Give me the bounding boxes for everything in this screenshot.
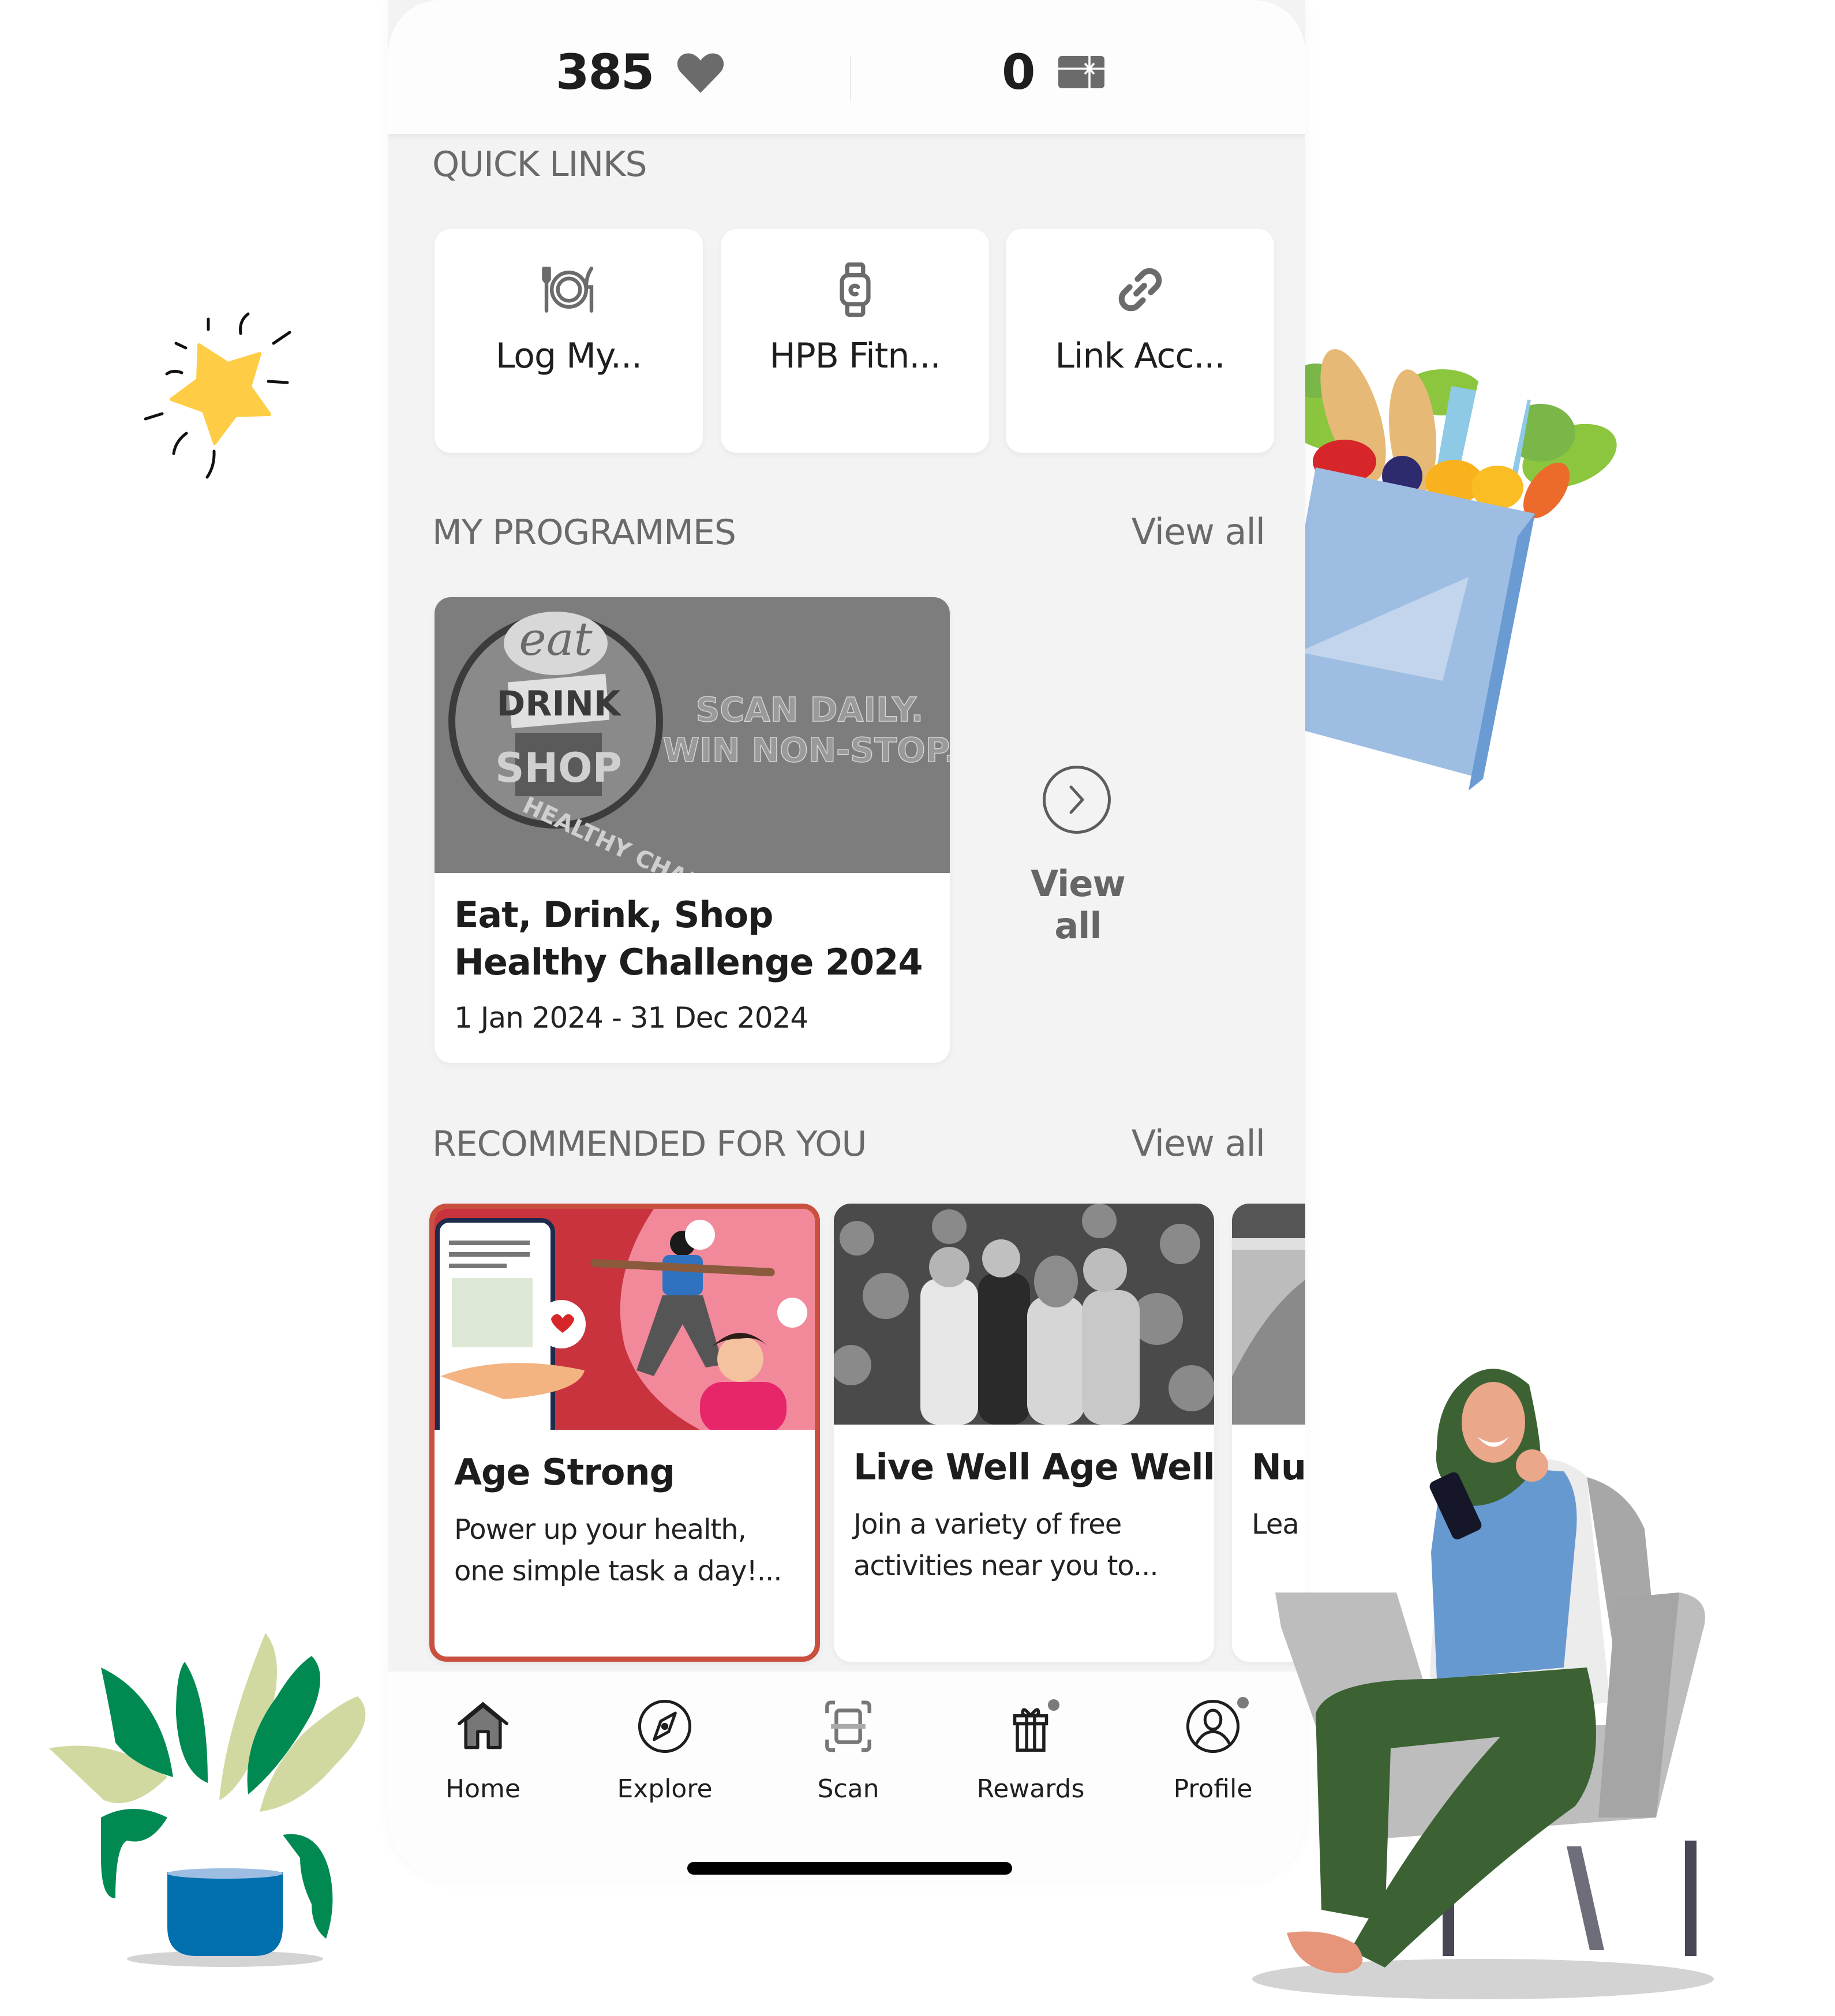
banner-tagline-2: WIN NON-STOP.: [662, 730, 950, 770]
programme-banner-image: eat DRINK SHOP HEALTHY CHALLENGE SCAN DA…: [435, 597, 950, 933]
quick-links-title: QUICK LINKS: [432, 144, 647, 185]
banner-tagline-1: SCAN DAILY.: [696, 690, 924, 729]
nav-label: Home: [445, 1774, 520, 1804]
nav-label: Rewards: [976, 1774, 1085, 1804]
profile-icon: [1186, 1699, 1240, 1753]
stats-header: 385 0: [388, 0, 1305, 134]
plate-cutlery-icon: [541, 267, 593, 313]
chevron-right-circle-icon: [1069, 785, 1084, 814]
my-programmes-title: MY PROGRAMMES: [432, 512, 736, 553]
scan-icon: [825, 1700, 871, 1752]
recommended-card-live-well-age-well[interactable]: Live Well Age Well Join a variety of fre…: [834, 1204, 1214, 1662]
age-strong-image: [435, 1209, 815, 1442]
nav-scan[interactable]: Scan: [773, 1695, 923, 1804]
programme-card[interactable]: eat DRINK SHOP HEALTHY CHALLENGE SCAN DA…: [435, 597, 950, 1063]
nav-label: Scan: [817, 1774, 879, 1804]
eat-drink-shop-logo: eat DRINK SHOP HEALTHY CHALLENGE SCAN DA…: [448, 612, 950, 933]
recommended-card-title: Live Well Age Well: [853, 1446, 1214, 1488]
recommended-card-title: Age Strong: [454, 1451, 675, 1493]
programme-title: Eat, Drink, Shop Healthy Challenge 2024: [454, 894, 923, 983]
nav-home[interactable]: Home: [408, 1695, 558, 1804]
quick-link-log-meal[interactable]: Log My...: [435, 229, 703, 453]
programmes-view-all-button[interactable]: [1043, 766, 1111, 834]
recommended-card-age-strong[interactable]: Age Strong Power up your health, one sim…: [429, 1204, 820, 1662]
gift-card-icon: [1058, 56, 1105, 88]
svg-text:SHOP: SHOP: [495, 744, 622, 792]
sparkle-star-illustration: [144, 312, 291, 479]
quick-link-hpb-fitness[interactable]: HPB Fitn...: [721, 229, 989, 453]
quick-link-label: HPB Fitn...: [769, 336, 941, 376]
woman-in-armchair-illustration: [1252, 1369, 1714, 1999]
my-programmes-view-all-link[interactable]: View all: [1132, 511, 1265, 553]
svg-text:DRINK: DRINK: [496, 684, 622, 724]
header-divider: [850, 55, 851, 101]
rewards-notification-dot: [1048, 1699, 1059, 1711]
potted-plant-illustration: [49, 1633, 366, 1967]
recommended-title: RECOMMENDED FOR YOU: [432, 1124, 867, 1164]
quick-link-label: Log My...: [495, 336, 642, 376]
recommended-card-description: Join a variety of free activities near y…: [853, 1508, 1159, 1582]
recommended-view-all-link[interactable]: View all: [1132, 1122, 1265, 1164]
points-stat[interactable]: 385: [556, 40, 728, 104]
recommended-card-description: Power up your health, one simple task a …: [454, 1513, 782, 1587]
live-well-age-well-image: [834, 1204, 1214, 1425]
programme-date-range: 1 Jan 2024 - 31 Dec 2024: [454, 1001, 808, 1035]
home-indicator: [687, 1862, 1012, 1875]
programmes-view-all-tile-label[interactable]: View all: [1006, 863, 1150, 947]
quick-link-label: Link Acc...: [1055, 336, 1225, 376]
smartwatch-icon: [839, 262, 871, 317]
svg-text:eat: eat: [519, 612, 593, 666]
link-icon: [1118, 268, 1162, 312]
vouchers-value: 0: [1002, 44, 1035, 100]
compass-icon: [638, 1699, 692, 1753]
bottom-navigation: Home Explore Scan Rewards Profile: [388, 1672, 1305, 1881]
quick-link-link-accounts[interactable]: Link Acc...: [1006, 229, 1274, 453]
nav-label: Explore: [617, 1774, 713, 1804]
phone-screen: 385 0 QUICK LINKS Log My... HPB Fitn... …: [388, 0, 1305, 1881]
grocery-bag-illustration: [1269, 349, 1617, 790]
heart-icon: [677, 53, 724, 93]
nav-explore[interactable]: Explore: [590, 1695, 740, 1804]
points-value: 385: [556, 44, 654, 100]
nav-rewards[interactable]: Rewards: [956, 1695, 1106, 1804]
home-icon: [458, 1702, 508, 1749]
vouchers-stat[interactable]: 0: [1002, 40, 1109, 104]
